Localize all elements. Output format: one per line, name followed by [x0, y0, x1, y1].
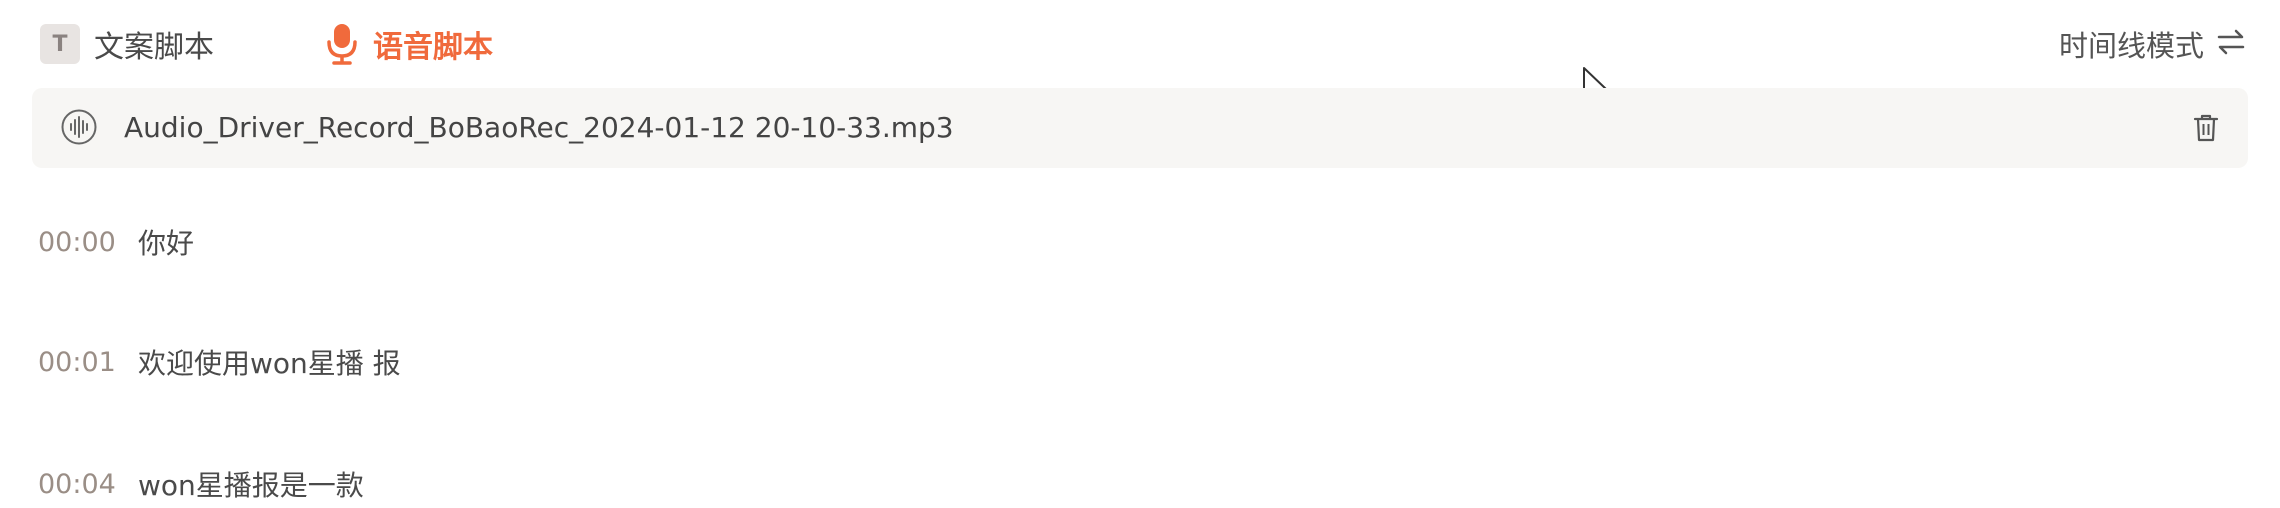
timeline-mode-label: 时间线模式	[2058, 29, 2204, 63]
transcript-list: 00:00 你好 00:01 欢迎使用won星播 报 00:04 won星播报是…	[0, 168, 2280, 508]
tab-voice-script[interactable]: 语音脚本	[325, 20, 493, 68]
timeline-mode-toggle[interactable]: 时间线模式	[2059, 20, 2246, 68]
text-t-icon: T	[40, 24, 80, 64]
timestamp: 00:00	[38, 226, 116, 258]
tab-text-script[interactable]: T 文案脚本	[40, 20, 214, 68]
transcript-text: 欢迎使用won星播 报	[138, 347, 401, 380]
script-tabs: T 文案脚本 语音脚本 时间线模式	[0, 0, 2280, 88]
transcript-text: 你好	[138, 227, 195, 260]
microphone-icon	[325, 22, 359, 66]
transcript-line[interactable]: 00:04 won星播报是一款	[38, 460, 364, 508]
tab-voice-script-label: 语音脚本	[373, 30, 493, 65]
audio-wave-icon	[60, 108, 98, 150]
audio-file-bar: Audio_Driver_Record_BoBaoRec_2024-01-12 …	[32, 88, 2248, 168]
timestamp: 00:04	[38, 468, 116, 500]
transcript-line[interactable]: 00:01 欢迎使用won星播 报	[38, 338, 401, 386]
swap-arrows-icon	[2216, 27, 2246, 61]
tab-text-script-label: 文案脚本	[94, 30, 214, 65]
transcript-text: won星播报是一款	[138, 469, 364, 502]
timestamp: 00:01	[38, 346, 116, 378]
audio-file-name: Audio_Driver_Record_BoBaoRec_2024-01-12 …	[124, 111, 954, 144]
trash-icon[interactable]	[2190, 112, 2222, 148]
transcript-line[interactable]: 00:00 你好	[38, 218, 194, 266]
